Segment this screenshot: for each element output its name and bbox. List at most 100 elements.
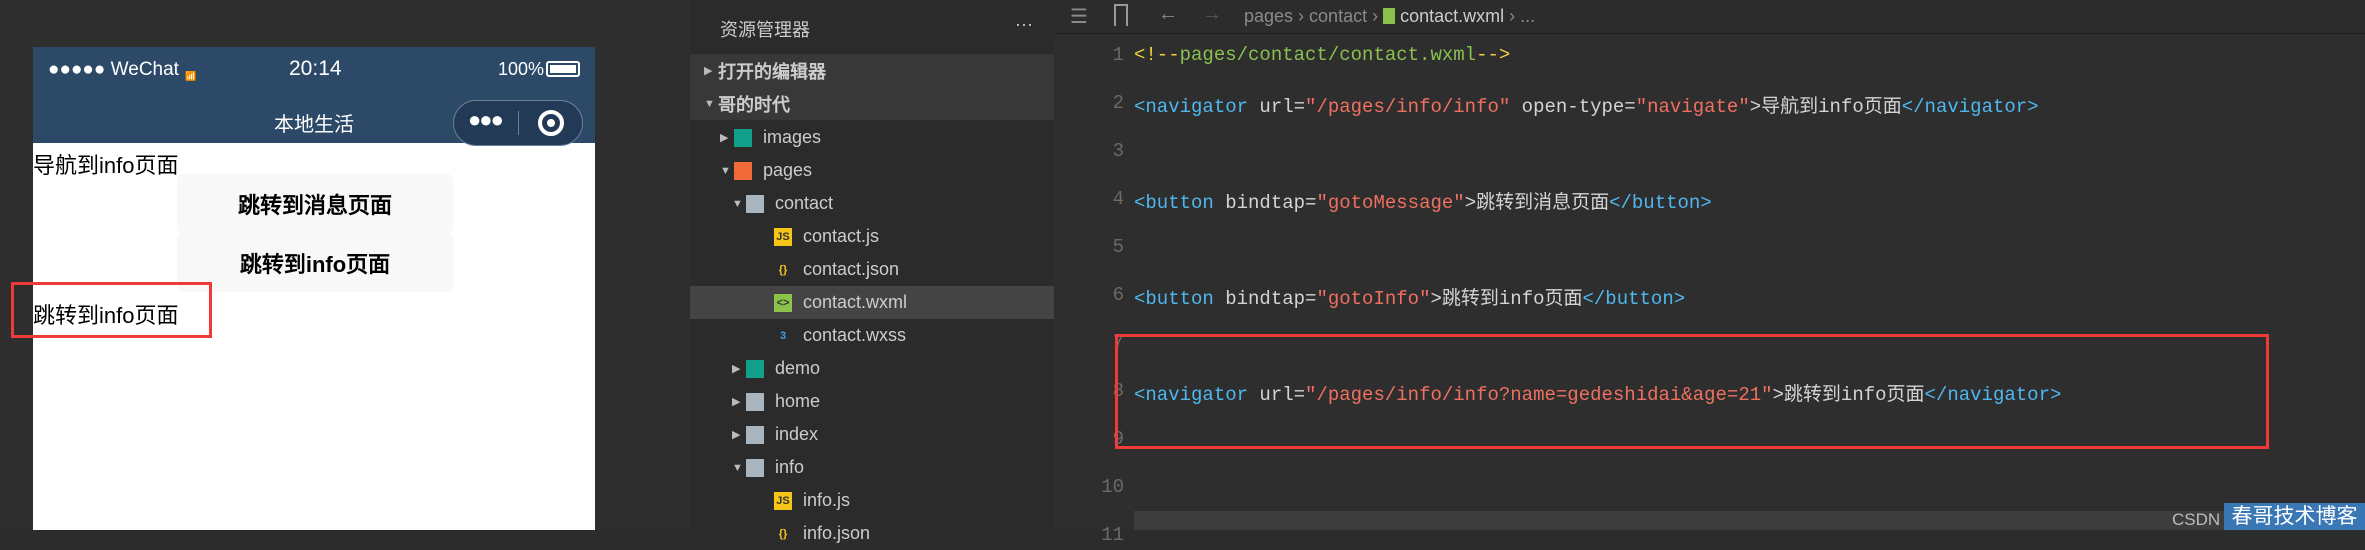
line-number: 6 — [1112, 284, 1124, 306]
bookmark-icon[interactable] — [1114, 4, 1128, 26]
tree-item-label: info.json — [803, 523, 871, 543]
section-open-editors[interactable]: ▶ 打开的编辑器 — [690, 54, 1054, 87]
wxml-file-icon: <> — [774, 293, 792, 312]
json-file-icon: {} — [778, 527, 788, 540]
line-number: 11 — [1101, 524, 1124, 546]
chevron-down-icon: ▼ — [732, 197, 743, 210]
tree-item-label: pages — [763, 160, 813, 180]
button-label: 跳转到消息页面 — [237, 192, 392, 218]
chevron-down-icon: ▼ — [732, 461, 743, 474]
breadcrumb-item[interactable]: contact — [1309, 6, 1367, 26]
chevron-right-icon: ▶ — [704, 65, 713, 77]
line-number: 10 — [1101, 476, 1124, 498]
tree-item[interactable]: ▶ demo — [690, 352, 1054, 385]
tree-item[interactable]: {} contact.json — [690, 253, 1054, 286]
line-number: 4 — [1112, 188, 1124, 210]
battery-icon — [546, 61, 580, 77]
tree-item[interactable]: JS contact.js — [690, 220, 1054, 253]
list-icon[interactable]: ☰ — [1070, 4, 1088, 29]
goto-info-button[interactable]: 跳转到info页面 — [177, 233, 453, 292]
image-folder-icon — [734, 128, 752, 147]
section-project[interactable]: ▼ 哥的时代 — [690, 87, 1054, 120]
line-number: 7 — [1112, 332, 1124, 354]
simulator-panel: ●●●●● WeChat 📶 20:14 100% 本地生活 ●●● 导航到in… — [0, 0, 690, 530]
folder-icon — [746, 425, 764, 444]
file-explorer: 资源管理器 ··· ▶ 打开的编辑器 ▼ 哥的时代 ▶ images ▼ pages ▼ co… — [690, 0, 1054, 543]
navigator-link-1[interactable]: 导航到info页面 — [33, 148, 178, 180]
tree-item[interactable]: ▼ pages — [690, 154, 1054, 187]
js-file-icon: JS — [774, 491, 792, 510]
chevron-right-icon: ▶ — [732, 363, 741, 375]
tree-item-label: info.js — [803, 490, 851, 510]
code-editor: ☰ ← → pages › contact › contact.wxml › .… — [1054, 0, 2365, 546]
more-options-icon[interactable]: ··· — [1015, 14, 1033, 35]
json-file-icon: {} — [778, 263, 788, 276]
tree-item-label: contact — [775, 193, 834, 213]
forward-arrow-icon[interactable]: → — [1202, 3, 1222, 26]
line-number: 1 — [1112, 44, 1124, 66]
back-arrow-icon[interactable]: ← — [1158, 3, 1178, 26]
tree-item-label: contact.wxss — [803, 325, 907, 345]
battery-label: 100% — [498, 59, 545, 79]
line-number: 2 — [1112, 92, 1124, 114]
breadcrumb-item[interactable]: pages — [1244, 6, 1293, 26]
folder-open-icon — [746, 194, 764, 213]
highlight-box — [11, 282, 212, 338]
editor-toolbar: ☰ ← → pages › contact › contact.wxml › .… — [1054, 0, 2365, 34]
chevron-down-icon: ▼ — [704, 97, 715, 110]
button-label: 跳转到info页面 — [239, 251, 391, 277]
image-folder-icon — [746, 359, 764, 378]
wxml-file-icon — [1383, 8, 1396, 24]
chevron-right-icon: ▶ — [732, 396, 741, 408]
line-number: 9 — [1112, 428, 1124, 450]
line-number: 3 — [1112, 140, 1124, 162]
tree-item[interactable]: {} info.json — [690, 517, 1054, 550]
blog-watermark: 春哥技术博客 — [2224, 503, 2365, 530]
tree-item-label: index — [775, 424, 819, 444]
tree-item[interactable]: 3 contact.wxss — [690, 319, 1054, 352]
tree-item[interactable]: ▶ images — [690, 121, 1054, 154]
breadcrumb-item[interactable]: ... — [1520, 6, 1535, 26]
tree-item[interactable]: ▶ home — [690, 385, 1054, 418]
tree-item[interactable]: <> contact.wxml — [690, 286, 1054, 319]
line-number: 8 — [1112, 380, 1124, 402]
folder-icon — [746, 392, 764, 411]
code-line-2[interactable]: <navigator url="/pages/info/info" open-t… — [1134, 91, 2039, 118]
more-icon[interactable]: ●●● — [468, 107, 504, 133]
folder-open-icon — [746, 458, 764, 477]
explorer-title: 资源管理器 — [720, 20, 810, 40]
tree-item[interactable]: ▶ index — [690, 418, 1054, 451]
breadcrumb-item[interactable]: contact.wxml — [1400, 6, 1504, 26]
code-line-4[interactable]: <button bindtap="gotoMessage">跳转到消息页面</b… — [1134, 187, 1712, 214]
tree-item-label: demo — [775, 358, 821, 378]
tree-item-label: contact.wxml — [803, 292, 908, 312]
time-label: 20:14 — [289, 57, 342, 80]
section-label: 打开的编辑器 — [718, 61, 826, 82]
tree-item-label: contact.js — [803, 226, 880, 246]
chevron-down-icon: ▼ — [720, 164, 731, 177]
chevron-right-icon: ▶ — [720, 132, 729, 144]
tree-item-label: info — [775, 457, 805, 477]
tree-item-label: home — [775, 391, 821, 411]
tree-item[interactable]: ▼ contact — [690, 187, 1054, 220]
highlight-box — [1115, 334, 2269, 449]
code-line-6[interactable]: <button bindtap="gotoInfo">跳转到info页面</bu… — [1134, 283, 1685, 310]
tree-item-label: contact.json — [803, 259, 900, 279]
tree-item[interactable]: JS info.js — [690, 484, 1054, 517]
code-line-1[interactable]: <!--pages/contact/contact.wxml--> — [1134, 44, 1510, 66]
js-file-icon: JS — [774, 227, 792, 246]
capsule-menu: ●●● — [453, 100, 583, 146]
carrier-label: ●●●●● WeChat — [48, 59, 179, 80]
section-label: 哥的时代 — [718, 94, 790, 115]
close-capsule-icon[interactable] — [538, 110, 564, 136]
goto-message-button[interactable]: 跳转到消息页面 — [177, 174, 453, 233]
line-number: 5 — [1112, 236, 1124, 258]
css-file-icon: 3 — [779, 329, 787, 342]
tree-item[interactable]: ▼ info — [690, 451, 1054, 484]
status-bar: ●●●●● WeChat 📶 20:14 100% — [33, 47, 595, 95]
chevron-right-icon: ▶ — [732, 429, 741, 441]
nav-bar: 本地生活 ●●● — [33, 95, 595, 146]
pages-folder-icon — [734, 161, 752, 180]
breadcrumb: pages › contact › contact.wxml › ... — [1244, 6, 1536, 26]
tree-item-label: images — [763, 127, 822, 147]
